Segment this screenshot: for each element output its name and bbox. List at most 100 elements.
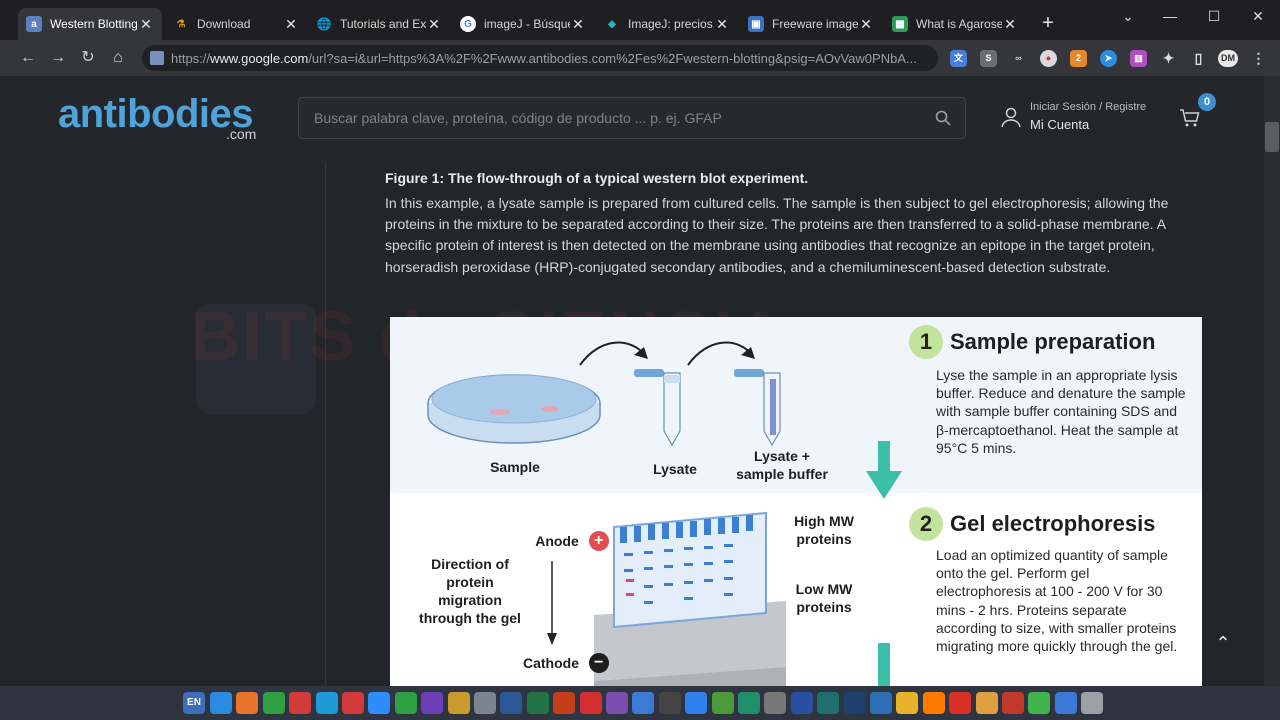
new-tab-button[interactable]: + bbox=[1036, 12, 1060, 36]
vlc-app-icon[interactable] bbox=[922, 692, 945, 714]
process-arrow-icon bbox=[579, 341, 646, 366]
side-panel-icon[interactable]: ▯ bbox=[1190, 50, 1207, 67]
minimize-icon[interactable]: — bbox=[1158, 8, 1182, 28]
winrar-app-icon[interactable] bbox=[606, 692, 628, 714]
translate-extension-icon[interactable]: 文 bbox=[950, 50, 967, 67]
tab-imagej-precios[interactable]: ◆ ImageJ: precios, ✕ bbox=[596, 8, 738, 40]
menu-kebab-icon[interactable]: ⋮ bbox=[1250, 50, 1267, 67]
home-icon[interactable]: ⌂ bbox=[108, 48, 128, 68]
zoom-app-icon[interactable] bbox=[368, 692, 391, 714]
low-mw-label-line1: Low MW bbox=[795, 581, 853, 597]
firefox-app-icon[interactable] bbox=[236, 692, 259, 714]
site-logo[interactable]: antibodies bbox=[58, 92, 254, 137]
profile-avatar[interactable]: DM bbox=[1218, 50, 1238, 67]
high-mw-label-line1: High MW bbox=[794, 513, 854, 529]
sync-app-app-icon[interactable] bbox=[210, 692, 232, 714]
messenger-extension-icon[interactable]: ➤ bbox=[1100, 50, 1117, 67]
forward-app-icon[interactable] bbox=[1028, 692, 1051, 714]
close-icon[interactable]: ✕ bbox=[138, 16, 154, 33]
cart-icon[interactable] bbox=[1178, 106, 1202, 130]
page-scrollbar-thumb[interactable] bbox=[1265, 122, 1279, 152]
trash-app-icon[interactable] bbox=[1081, 692, 1104, 714]
site-search bbox=[298, 97, 966, 139]
wps-app-icon[interactable] bbox=[421, 692, 444, 714]
opera-app-icon[interactable] bbox=[289, 692, 312, 714]
step2-badge: 2 bbox=[909, 507, 943, 541]
user-icon bbox=[1001, 107, 1021, 128]
search-icon[interactable] bbox=[935, 110, 951, 126]
edge-app-icon[interactable] bbox=[315, 692, 338, 714]
lysate-tube-icon bbox=[634, 369, 681, 447]
account-menu[interactable]: Iniciar Sesión / Registre Mi Cuenta bbox=[1000, 98, 1160, 138]
filezilla-app-icon[interactable] bbox=[1002, 692, 1024, 714]
word-app-icon[interactable] bbox=[500, 692, 523, 714]
tab-western-blotting[interactable]: a Western Blotting ✕ bbox=[18, 8, 162, 40]
close-icon[interactable]: ✕ bbox=[283, 16, 299, 33]
gmail-app-icon[interactable] bbox=[949, 692, 972, 714]
url-text[interactable]: https://www.google.com/url?sa=i&url=http… bbox=[171, 51, 936, 66]
photoshop-app-icon[interactable] bbox=[843, 692, 866, 714]
maze-app-icon[interactable] bbox=[738, 692, 760, 714]
visio-app-icon[interactable] bbox=[790, 692, 813, 714]
glasses-extension-icon[interactable]: ∞ bbox=[1010, 50, 1027, 67]
close-icon[interactable]: ✕ bbox=[570, 16, 586, 33]
address-bar[interactable]: https://www.google.com/url?sa=i&url=http… bbox=[142, 45, 938, 71]
paint-app-icon[interactable] bbox=[1054, 692, 1077, 714]
pdf-app-icon[interactable] bbox=[579, 692, 602, 714]
fox-extension-icon[interactable]: 2 bbox=[1070, 50, 1087, 67]
camtasia-app-icon[interactable] bbox=[394, 692, 417, 714]
tab-freeware-image[interactable]: ▣ Freeware image ✕ bbox=[740, 8, 882, 40]
virtualbox-app-icon[interactable] bbox=[870, 692, 892, 714]
chrome-app-icon[interactable] bbox=[262, 692, 285, 714]
sample-label: Sample bbox=[490, 459, 540, 475]
tab-title: What is Agarose bbox=[916, 17, 1002, 31]
reload-icon[interactable]: ↻ bbox=[78, 48, 98, 68]
vivaldi-app-icon[interactable] bbox=[342, 692, 364, 714]
language-indicator[interactable]: EN bbox=[183, 692, 205, 714]
vscode-app-icon[interactable] bbox=[685, 692, 708, 714]
notepad-app-icon[interactable] bbox=[711, 692, 734, 714]
scroll-to-top-chevron-icon[interactable]: ⌃ bbox=[1208, 628, 1238, 658]
forward-arrow-icon[interactable]: → bbox=[48, 48, 68, 68]
skype-extension-icon[interactable]: S bbox=[980, 50, 997, 67]
mimo-app-icon[interactable] bbox=[975, 692, 998, 714]
sample-buffer-tube-icon bbox=[734, 369, 781, 447]
window-close-icon[interactable]: ✕ bbox=[1246, 8, 1270, 28]
tab-download[interactable]: ⚗ Download ✕ bbox=[165, 8, 307, 40]
site-info-icon[interactable] bbox=[150, 51, 164, 65]
devc-app-icon[interactable] bbox=[658, 692, 681, 714]
web-page: antibodies .com Iniciar Sesión / Registr… bbox=[0, 76, 1280, 686]
tab-imagej-busqueda[interactable]: G imageJ - Búsque ✕ bbox=[452, 8, 594, 40]
tab-agarose[interactable]: ▦ What is Agarose ✕ bbox=[884, 8, 1026, 40]
step1-badge: 1 bbox=[909, 325, 943, 359]
back-arrow-icon[interactable]: ← bbox=[18, 48, 38, 68]
petri-dish-icon bbox=[427, 374, 601, 444]
site-search-input[interactable] bbox=[314, 110, 924, 126]
powerpoint-app-icon[interactable] bbox=[553, 692, 576, 714]
excel-app-icon[interactable] bbox=[526, 692, 549, 714]
dll-app-icon[interactable] bbox=[764, 692, 787, 714]
maximize-icon[interactable]: ☐ bbox=[1202, 8, 1226, 28]
tab-tutorials[interactable]: 🌐 Tutorials and Exa ✕ bbox=[308, 8, 450, 40]
close-icon[interactable]: ✕ bbox=[714, 16, 730, 33]
media-extension-icon[interactable]: ▥ bbox=[1130, 50, 1147, 67]
tab-title: ImageJ: precios, bbox=[628, 17, 714, 31]
close-icon[interactable]: ✕ bbox=[858, 16, 874, 33]
record-extension-icon[interactable]: ● bbox=[1040, 50, 1057, 67]
r-studio-app-icon[interactable] bbox=[632, 692, 655, 714]
flask-favicon-icon: ⚗ bbox=[176, 18, 186, 30]
audition-app-icon[interactable] bbox=[817, 692, 840, 714]
puzzle-extensions-icon[interactable]: ✦ bbox=[1160, 50, 1177, 67]
url-scheme: https:// bbox=[171, 50, 211, 66]
explorer-app-icon[interactable] bbox=[896, 692, 919, 714]
close-icon[interactable]: ✕ bbox=[426, 16, 442, 33]
page-scrollbar[interactable] bbox=[1264, 76, 1280, 686]
tool-app-icon[interactable] bbox=[447, 692, 470, 714]
diamond-favicon-icon: ◆ bbox=[608, 18, 616, 30]
site-header: antibodies .com Iniciar Sesión / Registr… bbox=[0, 76, 1264, 162]
tab-title: Tutorials and Exa bbox=[340, 17, 426, 31]
tab-search-chevron-icon[interactable]: ⌄ bbox=[1116, 8, 1140, 28]
imagej-app-icon[interactable] bbox=[474, 692, 496, 714]
close-icon[interactable]: ✕ bbox=[1002, 16, 1018, 33]
plus-sign: + bbox=[594, 532, 604, 549]
